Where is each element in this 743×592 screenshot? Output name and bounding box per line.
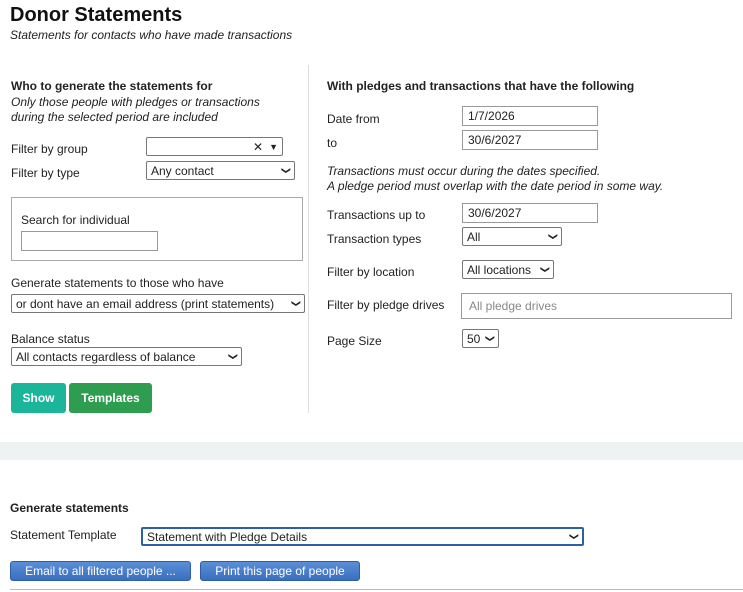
date-to-input[interactable]: 30/6/2027: [462, 130, 598, 150]
filter-group-label: Filter by group: [11, 142, 88, 156]
date-to-label: to: [327, 136, 338, 150]
chevron-down-icon: ❯: [548, 232, 559, 241]
filter-group-select[interactable]: ✕ ▼: [146, 137, 283, 156]
search-label: Search for individual: [21, 213, 130, 227]
email-label: Generate statements to those who have: [11, 276, 224, 290]
template-value: Statement with Pledge Details: [147, 529, 308, 544]
chevron-down-icon: ❯: [228, 352, 239, 361]
balance-label: Balance status: [11, 332, 90, 346]
chevron-down-icon: ❯: [291, 299, 302, 308]
balance-value: All contacts regardless of balance: [16, 349, 196, 364]
search-input[interactable]: [21, 231, 158, 251]
trans-up-to-input[interactable]: 30/6/2027: [462, 203, 598, 223]
show-button[interactable]: Show: [11, 383, 66, 413]
email-value: or dont have an email address (print sta…: [16, 296, 275, 311]
chevron-down-icon: ❯: [485, 334, 496, 343]
bottom-rule: [10, 589, 743, 590]
trans-types-value: All: [467, 229, 481, 244]
page-size-value: 50: [467, 331, 481, 346]
search-panel: Search for individual: [11, 197, 303, 261]
section-divider-band: [0, 442, 743, 460]
left-note-line1: Only those people with pledges or transa…: [11, 95, 260, 109]
left-note-line2: during the selected period are included: [11, 110, 218, 124]
page-size-label: Page Size: [327, 334, 382, 348]
caret-down-icon: ▼: [269, 141, 278, 152]
left-heading: Who to generate the statements for: [11, 79, 213, 93]
templates-button[interactable]: Templates: [69, 383, 152, 413]
location-value: All locations: [467, 262, 532, 277]
date-from-input[interactable]: 1/7/2026: [462, 106, 598, 126]
right-heading: With pledges and transactions that have …: [327, 79, 635, 93]
filter-type-value: Any contact: [151, 163, 214, 178]
generate-heading: Generate statements: [10, 501, 129, 515]
page-subtitle: Statements for contacts who have made tr…: [10, 28, 293, 42]
filter-type-label: Filter by type: [11, 166, 80, 180]
chevron-down-icon: ❯: [540, 265, 551, 274]
pledge-drives-label: Filter by pledge drives: [327, 298, 445, 312]
trans-types-select[interactable]: All ❯: [462, 227, 562, 246]
page-title: Donor Statements: [10, 4, 183, 26]
right-note-line1: Transactions must occur during the dates…: [327, 164, 601, 178]
email-all-button[interactable]: Email to all filtered people ...: [10, 561, 191, 581]
email-select[interactable]: or dont have an email address (print sta…: [11, 294, 305, 313]
filter-type-select[interactable]: Any contact ❯: [146, 161, 295, 180]
template-label: Statement Template: [10, 528, 117, 542]
trans-up-to-label: Transactions up to: [327, 208, 426, 222]
balance-select[interactable]: All contacts regardless of balance ❯: [11, 347, 242, 366]
date-from-label: Date from: [327, 112, 380, 126]
right-note-line2: A pledge period must overlap with the da…: [327, 179, 664, 193]
location-select[interactable]: All locations ❯: [462, 260, 554, 279]
template-select[interactable]: Statement with Pledge Details ❯: [141, 527, 584, 546]
location-label: Filter by location: [327, 265, 415, 279]
pledge-drives-input[interactable]: All pledge drives: [461, 293, 732, 319]
print-page-button[interactable]: Print this page of people: [200, 561, 360, 581]
chevron-down-icon: ❯: [569, 532, 580, 541]
column-divider: [308, 65, 309, 413]
clear-icon[interactable]: ✕: [253, 140, 263, 154]
trans-types-label: Transaction types: [327, 232, 422, 246]
chevron-down-icon: ❯: [281, 166, 292, 175]
page-size-select[interactable]: 50 ❯: [462, 329, 499, 348]
